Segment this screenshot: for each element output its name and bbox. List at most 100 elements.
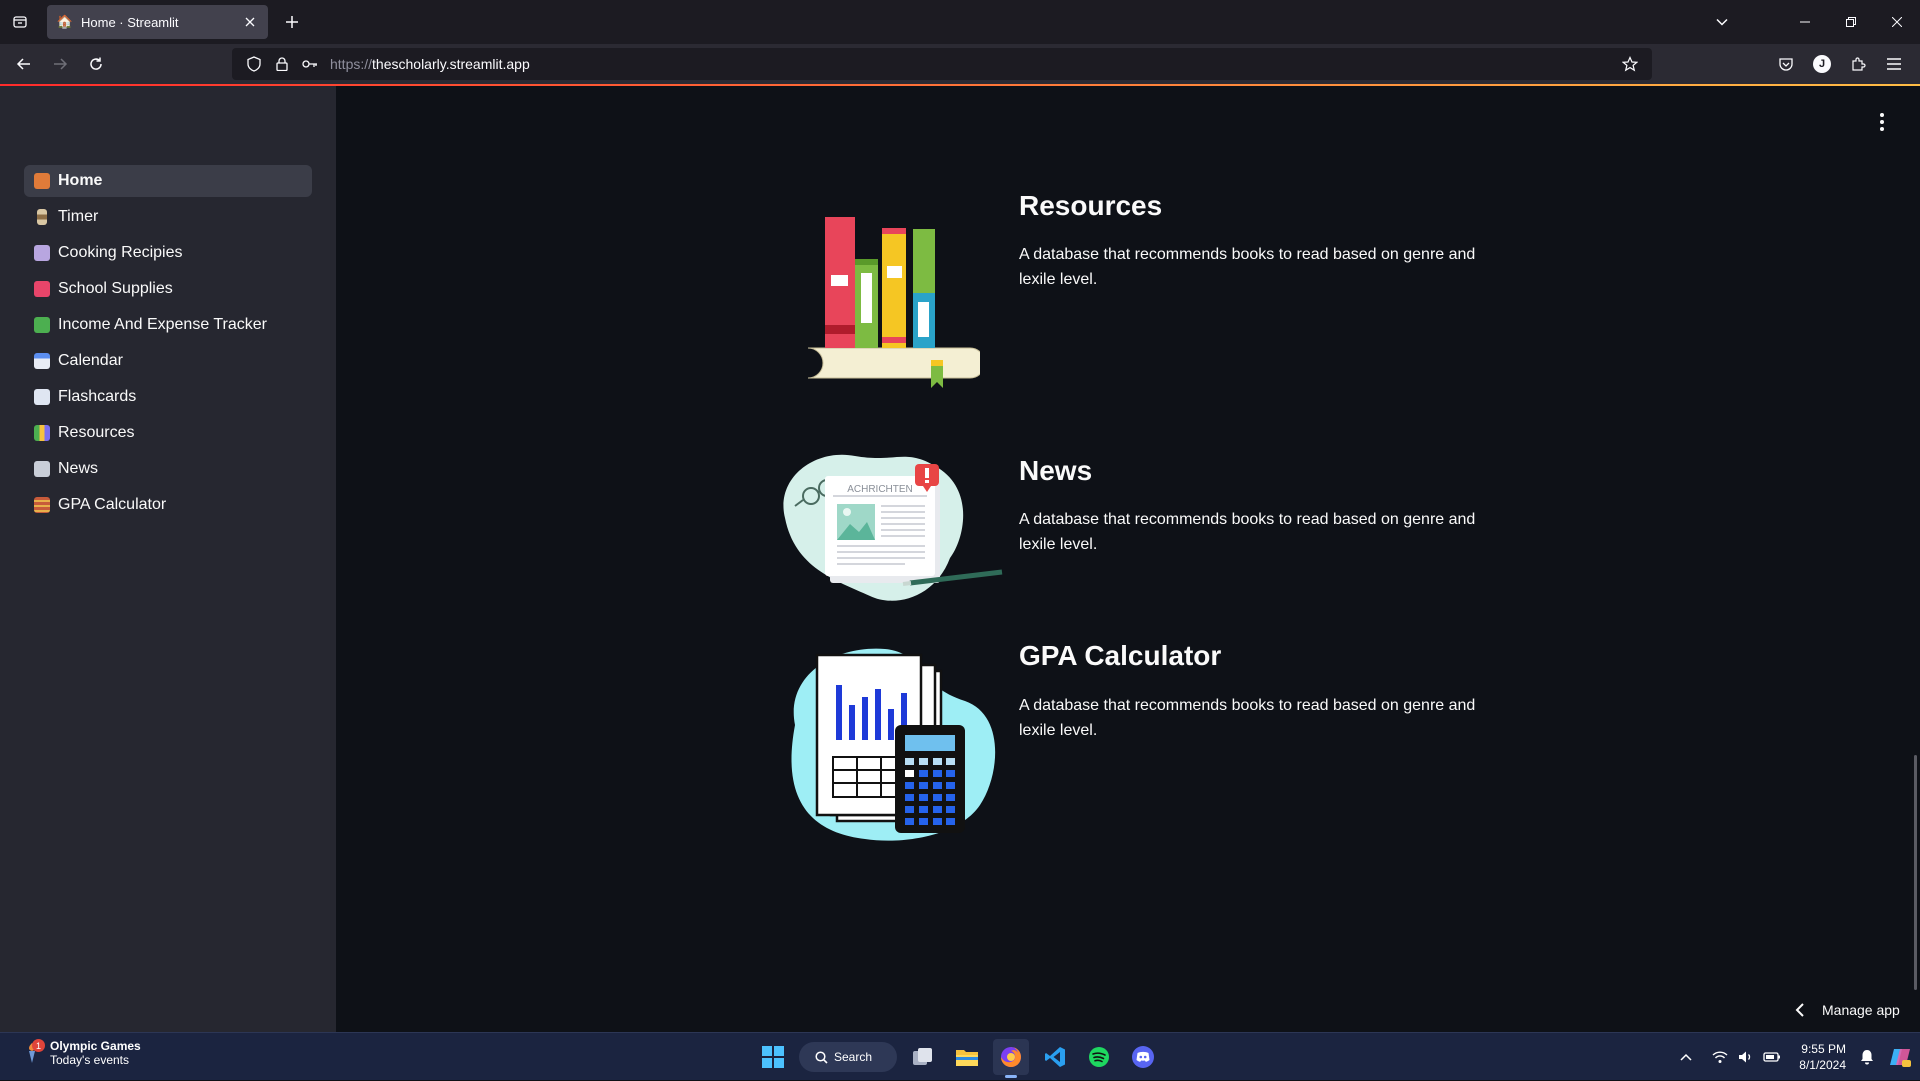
task-view-icon [913, 1048, 932, 1065]
gpa-calculator-illustration [791, 648, 996, 841]
app-menu-button[interactable] [1876, 48, 1912, 80]
windows-taskbar: 1 Olympic Games Today's events Search 9:… [0, 1032, 1920, 1080]
volume-button[interactable] [1733, 1033, 1759, 1081]
address-bar[interactable]: https://thescholarly.streamlit.app [232, 48, 1652, 80]
manage-app-button[interactable]: Manage app [1790, 998, 1900, 1022]
close-window-button[interactable] [1874, 0, 1920, 44]
sidebar-item-calendar[interactable]: Calendar [24, 345, 312, 377]
spotify-button[interactable] [1081, 1039, 1117, 1075]
minimize-button[interactable] [1782, 0, 1828, 44]
manage-app-label: Manage app [1822, 1002, 1900, 1018]
vscode-button[interactable] [1037, 1039, 1073, 1075]
discord-icon [1132, 1046, 1154, 1068]
minimize-icon [1800, 21, 1810, 23]
plus-icon [286, 16, 298, 28]
start-button[interactable] [755, 1039, 791, 1075]
back-button[interactable] [6, 48, 42, 80]
task-view-button[interactable] [905, 1039, 941, 1075]
clock[interactable]: 9:55 PM 8/1/2024 [1799, 1041, 1846, 1073]
kebab-dot [1880, 120, 1884, 124]
file-explorer-button[interactable] [949, 1039, 985, 1075]
sidebar-item-gpa-calculator[interactable]: GPA Calculator [24, 489, 312, 521]
url-text[interactable]: https://thescholarly.streamlit.app [330, 56, 1616, 72]
restore-icon [1846, 17, 1856, 27]
hourglass-icon [37, 209, 47, 225]
close-icon [1892, 17, 1902, 27]
active-app-indicator [1005, 1075, 1017, 1078]
notifications-button[interactable] [1854, 1033, 1880, 1081]
taskbar-search[interactable]: Search [799, 1042, 897, 1072]
key-icon[interactable] [296, 50, 324, 78]
vscode-icon [1045, 1047, 1065, 1067]
copilot-icon [1890, 1049, 1911, 1067]
widget-badge: 1 [32, 1039, 45, 1052]
card-description-news: A database that recommends books to read… [1019, 511, 1476, 553]
puzzle-icon [1852, 57, 1866, 71]
restore-button[interactable] [1828, 0, 1874, 44]
arrow-right-icon [54, 58, 68, 70]
house-favicon-icon: 🏠 [56, 14, 74, 29]
newspaper-masthead: ACHRICHTEN [847, 484, 913, 495]
copilot-button[interactable] [1880, 1033, 1920, 1081]
sidebar-item-cooking-recipies[interactable]: Cooking Recipies [24, 237, 312, 269]
main-menu-button[interactable] [1872, 110, 1892, 134]
list-all-tabs-button[interactable] [1710, 10, 1734, 34]
reload-button[interactable] [78, 48, 114, 80]
sidebar-item-home[interactable]: Home [24, 165, 312, 197]
hamburger-icon [1887, 58, 1901, 70]
sidebar-item-label: News [58, 460, 99, 477]
shield-icon[interactable] [240, 50, 268, 78]
sidebar-item-label: Resources [58, 424, 135, 441]
sidebar-item-label: Home [58, 172, 103, 189]
sidebar-item-income-and-expense-tracker[interactable]: Income And Expense Tracker [24, 309, 312, 341]
sidebar-item-label: Income And Expense Tracker [58, 316, 267, 333]
pocket-button[interactable] [1768, 48, 1804, 80]
sidebar-item-resources[interactable]: Resources [24, 417, 312, 449]
extensions-button[interactable] [1840, 48, 1876, 80]
battery-button[interactable] [1759, 1033, 1785, 1081]
sidebar: Home Timer Cooking Recipies School Suppl… [0, 86, 336, 1032]
system-tray: 9:55 PM 8/1/2024 [1673, 1033, 1920, 1081]
scrollbar-thumb[interactable] [1914, 755, 1917, 990]
search-label: Search [834, 1050, 873, 1064]
card-icon [34, 389, 50, 405]
discord-button[interactable] [1125, 1039, 1161, 1075]
sidebar-item-label: Timer [58, 208, 99, 225]
bookmark-star-icon[interactable] [1616, 50, 1644, 78]
spotify-icon [1089, 1047, 1109, 1067]
forward-button[interactable] [42, 48, 78, 80]
main-content [336, 86, 1920, 1032]
window-controls [1782, 0, 1920, 44]
sidebar-item-news[interactable]: News [24, 453, 312, 485]
sidebar-item-school-supplies[interactable]: School Supplies [24, 273, 312, 305]
sidebar-item-label: Flashcards [58, 388, 137, 405]
search-icon [815, 1050, 828, 1064]
chevron-down-icon [1716, 18, 1728, 26]
chevron-left-icon [1790, 1003, 1810, 1017]
show-hidden-icons-button[interactable] [1673, 1033, 1699, 1081]
browser-tab-active[interactable]: 🏠 Home · Streamlit [47, 5, 268, 39]
url-protocol: https:// [330, 56, 373, 72]
url-host: thescholarly.streamlit.app [372, 56, 530, 72]
toolbar-right-group: J [1768, 44, 1912, 84]
windows-logo-icon [762, 1046, 784, 1068]
sidebar-item-label: Calendar [58, 352, 123, 369]
tab-overview-button[interactable] [0, 0, 40, 44]
lock-icon[interactable] [268, 50, 296, 78]
folder-icon [956, 1050, 978, 1066]
sidebar-item-flashcards[interactable]: Flashcards [24, 381, 312, 413]
tabs-icon [13, 16, 27, 28]
card-title-resources: Resources [1019, 190, 1163, 221]
sidebar-item-label: GPA Calculator [58, 496, 167, 513]
widgets-button[interactable]: 1 Olympic Games Today's events [20, 1039, 141, 1067]
firefox-button[interactable] [993, 1039, 1029, 1078]
abacus-icon [34, 497, 50, 513]
clock-date: 8/1/2024 [1799, 1058, 1846, 1072]
close-tab-icon[interactable] [242, 14, 258, 30]
wifi-button[interactable] [1707, 1033, 1733, 1081]
kebab-dot [1880, 113, 1884, 117]
new-tab-button[interactable] [280, 10, 304, 34]
sidebar-item-timer[interactable]: Timer [24, 201, 312, 233]
wifi-icon [1712, 1051, 1728, 1063]
account-avatar[interactable]: J [1813, 55, 1831, 73]
